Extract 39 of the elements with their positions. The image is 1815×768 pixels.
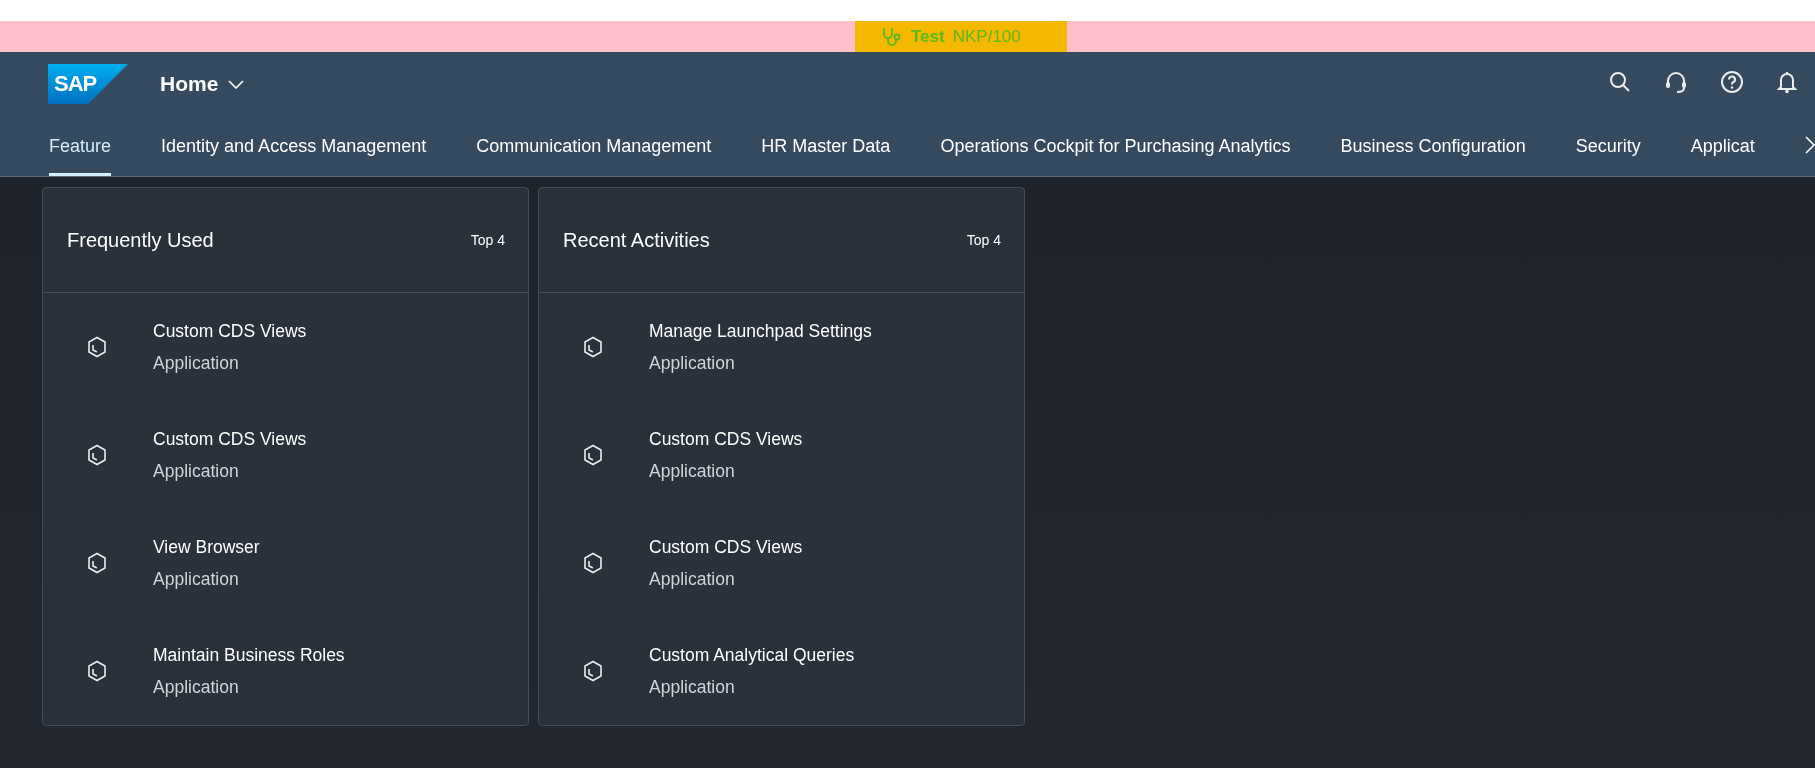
cube-icon [583,552,603,574]
system-label: Test [911,26,945,47]
app-list-item[interactable]: Custom Analytical Queries Application [539,617,1024,725]
app-list-item[interactable]: View Browser Application [43,509,528,617]
card-title: Frequently Used [67,228,214,252]
bell-icon[interactable] [1776,70,1798,94]
card-title: Recent Activities [563,228,710,252]
tab[interactable]: Feature [49,116,112,176]
tab[interactable]: Identity and Access Management [161,116,427,176]
headset-icon[interactable] [1664,70,1688,94]
app-list-item[interactable]: Maintain Business Roles Application [43,617,528,725]
cube-icon [583,660,603,682]
cube-icon [583,336,603,358]
cube-icon [87,336,107,358]
tab[interactable]: Business Configuration [1340,116,1526,176]
cube-icon [87,552,107,574]
tab[interactable]: Communication Management [476,116,712,176]
app-list-item[interactable]: Custom CDS Views Application [43,401,528,509]
app-list-item[interactable]: Custom CDS Views Application [539,401,1024,509]
help-icon[interactable] [1720,70,1744,94]
tab[interactable]: Operations Cockpit for Purchasing Analytics [940,116,1291,176]
cube-icon [87,660,107,682]
tab[interactable]: Security [1575,116,1641,176]
card-count: Top 4 [966,232,1001,248]
stethoscope-icon [881,25,903,48]
app-list-item[interactable]: Manage Launchpad Settings Application [539,293,1024,401]
tab[interactable]: Applicat [1690,116,1755,176]
chevron-down-icon [228,79,245,89]
chevron-right-icon[interactable] [1805,136,1815,154]
home-menu-button[interactable]: Home [160,72,245,96]
cube-icon [583,444,603,466]
cube-icon [87,444,107,466]
logo[interactable]: SAP [48,64,128,104]
app-list-item[interactable]: Custom CDS Views Application [43,293,528,401]
client-label: NKP/100 [952,26,1021,47]
app-list-item[interactable]: Custom CDS Views Application [539,509,1024,617]
tab[interactable]: HR Master Data [761,116,891,176]
search-icon[interactable] [1608,70,1632,94]
card-count: Top 4 [470,232,505,248]
